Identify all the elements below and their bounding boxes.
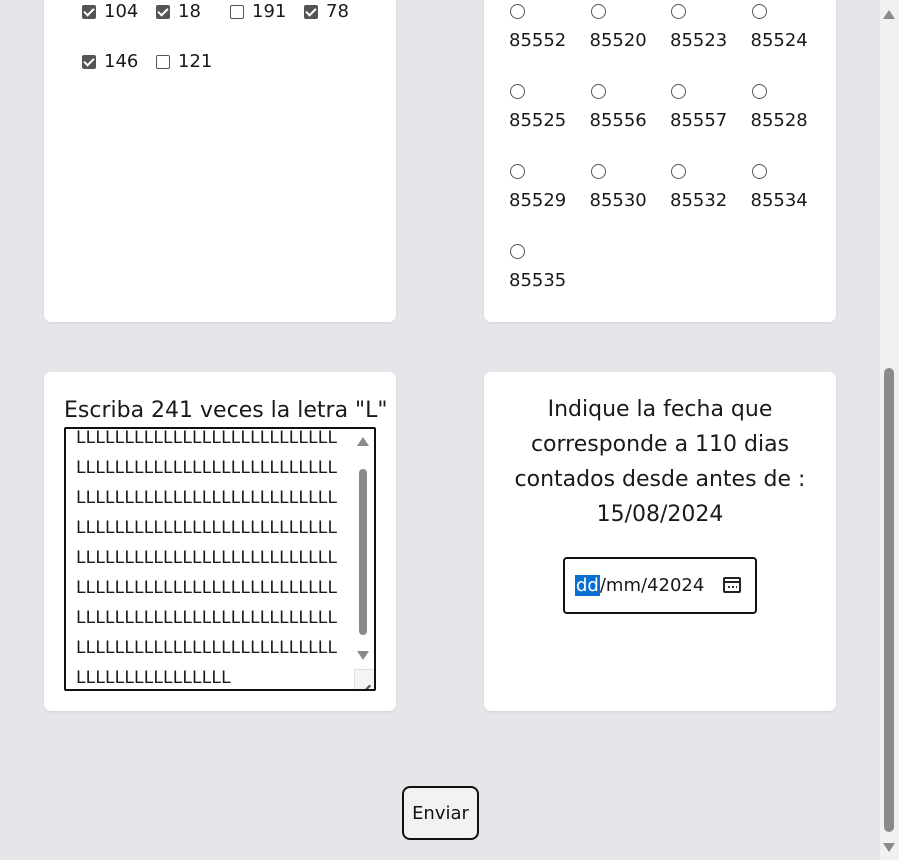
radio-button[interactable] xyxy=(510,84,525,99)
radio-label: 85557 xyxy=(670,110,728,131)
checkbox-unchecked[interactable] xyxy=(230,4,244,19)
checkbox-label: 146 xyxy=(104,51,139,72)
date-input[interactable]: dd /mm/42024 xyxy=(563,557,757,614)
radio-label: 85532 xyxy=(670,190,728,211)
text-question-prompt: Escriba 241 veces la letra "L" xyxy=(64,398,388,423)
radio-button[interactable] xyxy=(510,4,525,19)
page-scroll-thumb[interactable] xyxy=(884,368,894,832)
radio-option[interactable]: 85557 xyxy=(670,84,730,131)
radio-option[interactable]: 85534 xyxy=(751,164,811,211)
checkbox-checked[interactable] xyxy=(82,4,96,19)
calendar-icon[interactable] xyxy=(723,577,741,593)
radio-option[interactable]: 85524 xyxy=(751,4,811,51)
radio-label: 85528 xyxy=(750,110,808,131)
textarea-line: LLLLLLLLLLLLLLLLLLLLLLLLLLL xyxy=(76,578,338,598)
radio-option[interactable]: 85525 xyxy=(509,84,569,131)
resize-handle-icon[interactable] xyxy=(354,669,374,689)
radio-button[interactable] xyxy=(751,4,767,19)
radio-option[interactable]: 85523 xyxy=(670,4,730,51)
radio-option[interactable]: 85552 xyxy=(509,4,569,51)
checkbox-option[interactable]: 191 xyxy=(230,1,286,22)
checkbox-label: 18 xyxy=(178,1,201,22)
textarea-line: LLLLLLLLLLLLLLLL xyxy=(76,668,231,688)
date-question-card: Indique la fecha que corresponde a 110 d… xyxy=(484,372,836,711)
checkbox-option[interactable]: 78 xyxy=(304,1,349,22)
radio-button[interactable] xyxy=(751,164,767,179)
page-scroll-up-icon[interactable] xyxy=(883,10,895,19)
date-day-segment[interactable]: dd xyxy=(575,575,600,596)
scroll-down-arrow-icon[interactable] xyxy=(357,651,369,660)
radio-button[interactable] xyxy=(510,164,525,179)
radio-option[interactable]: 85529 xyxy=(509,164,569,211)
radio-button[interactable] xyxy=(671,4,686,19)
radio-option[interactable]: 85556 xyxy=(590,84,650,131)
radio-label: 85529 xyxy=(509,190,567,211)
text-question-card: Escriba 241 veces la letra "L" LLLLLLLLL… xyxy=(44,372,396,711)
textarea-line: LLLLLLLLLLLLLLLLLLLLLLLLLLL xyxy=(76,428,338,448)
radio-button[interactable] xyxy=(590,164,606,179)
radio-option[interactable]: 85532 xyxy=(670,164,730,211)
page-scroll-down-icon[interactable] xyxy=(883,843,895,852)
page-scrollbar[interactable] xyxy=(880,0,899,860)
textarea-line: LLLLLLLLLLLLLLLLLLLLLLLLLLL xyxy=(76,488,338,508)
radio-button[interactable] xyxy=(590,4,606,19)
radio-label: 85552 xyxy=(509,30,567,51)
textarea-line: LLLLLLLLLLLLLLLLLLLLLLLLLLL xyxy=(76,458,338,478)
date-rest-segment[interactable]: /mm/42024 xyxy=(600,575,704,596)
checkbox-option[interactable]: 146 xyxy=(82,51,138,72)
checkbox-label: 78 xyxy=(326,1,349,22)
checkbox-option[interactable]: 121 xyxy=(156,51,212,72)
checkbox-label: 191 xyxy=(252,1,287,22)
submit-button[interactable]: Enviar xyxy=(402,786,479,840)
checkbox-checked[interactable] xyxy=(304,4,318,19)
textarea-line: LLLLLLLLLLLLLLLLLLLLLLLLLLL xyxy=(76,518,338,538)
scroll-up-arrow-icon[interactable] xyxy=(357,437,369,446)
radio-button[interactable] xyxy=(751,84,767,99)
letter-textarea[interactable]: LLLLLLLLLLLLLLLLLLLLLLLLLLL LLLLLLLLLLLLL… xyxy=(64,427,376,691)
radio-label: 85523 xyxy=(670,30,728,51)
checkbox-option[interactable]: 104 xyxy=(82,1,138,22)
textarea-line: LLLLLLLLLLLLLLLLLLLLLLLLLLL xyxy=(76,608,338,628)
textarea-line: LLLLLLLLLLLLLLLLLLLLLLLLLLL xyxy=(76,548,338,568)
textarea-scrollbar[interactable] xyxy=(356,433,370,663)
checkbox-label: 121 xyxy=(178,51,213,72)
radio-option[interactable]: 85530 xyxy=(590,164,650,211)
checkbox-question-card: 104 18 191 78 146 121 xyxy=(44,0,396,322)
radio-label: 85556 xyxy=(589,110,647,131)
textarea-content: LLLLLLLLLLLLLLLLLLLLLLLLLLL LLLLLLLLLLLLL… xyxy=(76,428,338,689)
checkbox-checked[interactable] xyxy=(82,54,96,69)
radio-button[interactable] xyxy=(590,84,606,99)
radio-label: 85524 xyxy=(750,30,808,51)
checkbox-unchecked[interactable] xyxy=(156,54,170,69)
checkbox-option[interactable]: 18 xyxy=(156,1,201,22)
radio-option[interactable]: 85535 xyxy=(509,244,569,291)
radio-label: 85530 xyxy=(589,190,647,211)
radio-label: 85525 xyxy=(509,110,567,131)
checkbox-checked[interactable] xyxy=(156,4,170,19)
radio-label: 85535 xyxy=(509,270,567,291)
radio-button[interactable] xyxy=(671,84,686,99)
radio-option[interactable]: 85528 xyxy=(751,84,811,131)
date-question-prompt: Indique la fecha que corresponde a 110 d… xyxy=(514,397,806,527)
radio-label: 85520 xyxy=(589,30,647,51)
radio-question-card: 85552 85520 85523 85524 85525 85556 85557 85528… xyxy=(484,0,836,322)
radio-option[interactable]: 85520 xyxy=(590,4,650,51)
radio-button[interactable] xyxy=(671,164,686,179)
radio-label: 85534 xyxy=(750,190,808,211)
textarea-scroll-thumb[interactable] xyxy=(359,469,367,635)
checkbox-label: 104 xyxy=(104,1,139,22)
radio-button[interactable] xyxy=(510,244,525,259)
textarea-line: LLLLLLLLLLLLLLLLLLLLLLLLLLL xyxy=(76,638,338,658)
